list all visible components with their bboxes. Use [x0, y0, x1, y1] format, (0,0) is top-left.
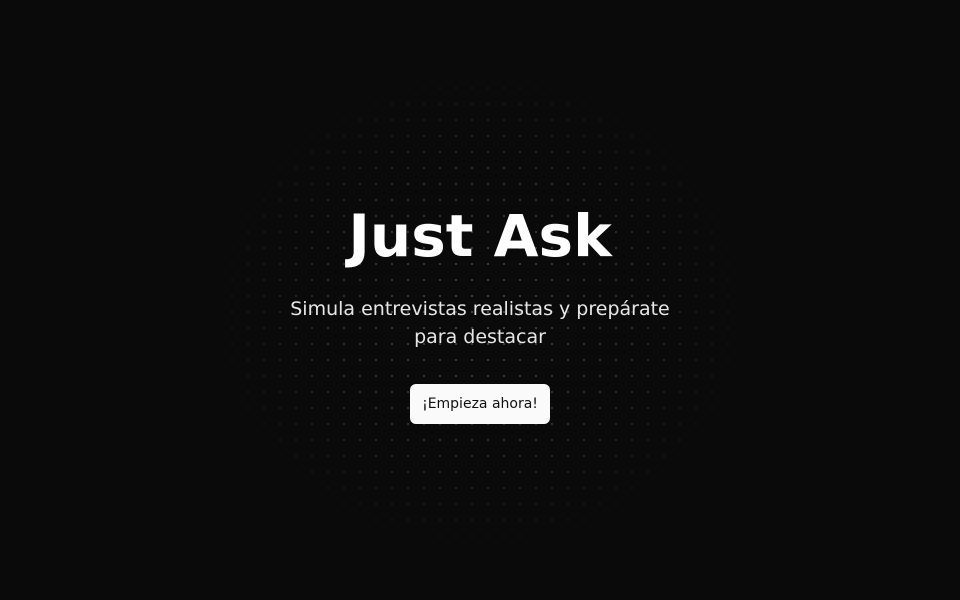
start-now-button[interactable]: ¡Empieza ahora! [410, 384, 550, 424]
hero-title: Just Ask [348, 202, 612, 270]
hero-section: Just Ask Simula entrevistas realistas y … [0, 0, 960, 600]
landing-page: Just Ask Simula entrevistas realistas y … [0, 0, 960, 600]
hero-subtitle: Simula entrevistas realistas y prepárate… [290, 298, 670, 348]
